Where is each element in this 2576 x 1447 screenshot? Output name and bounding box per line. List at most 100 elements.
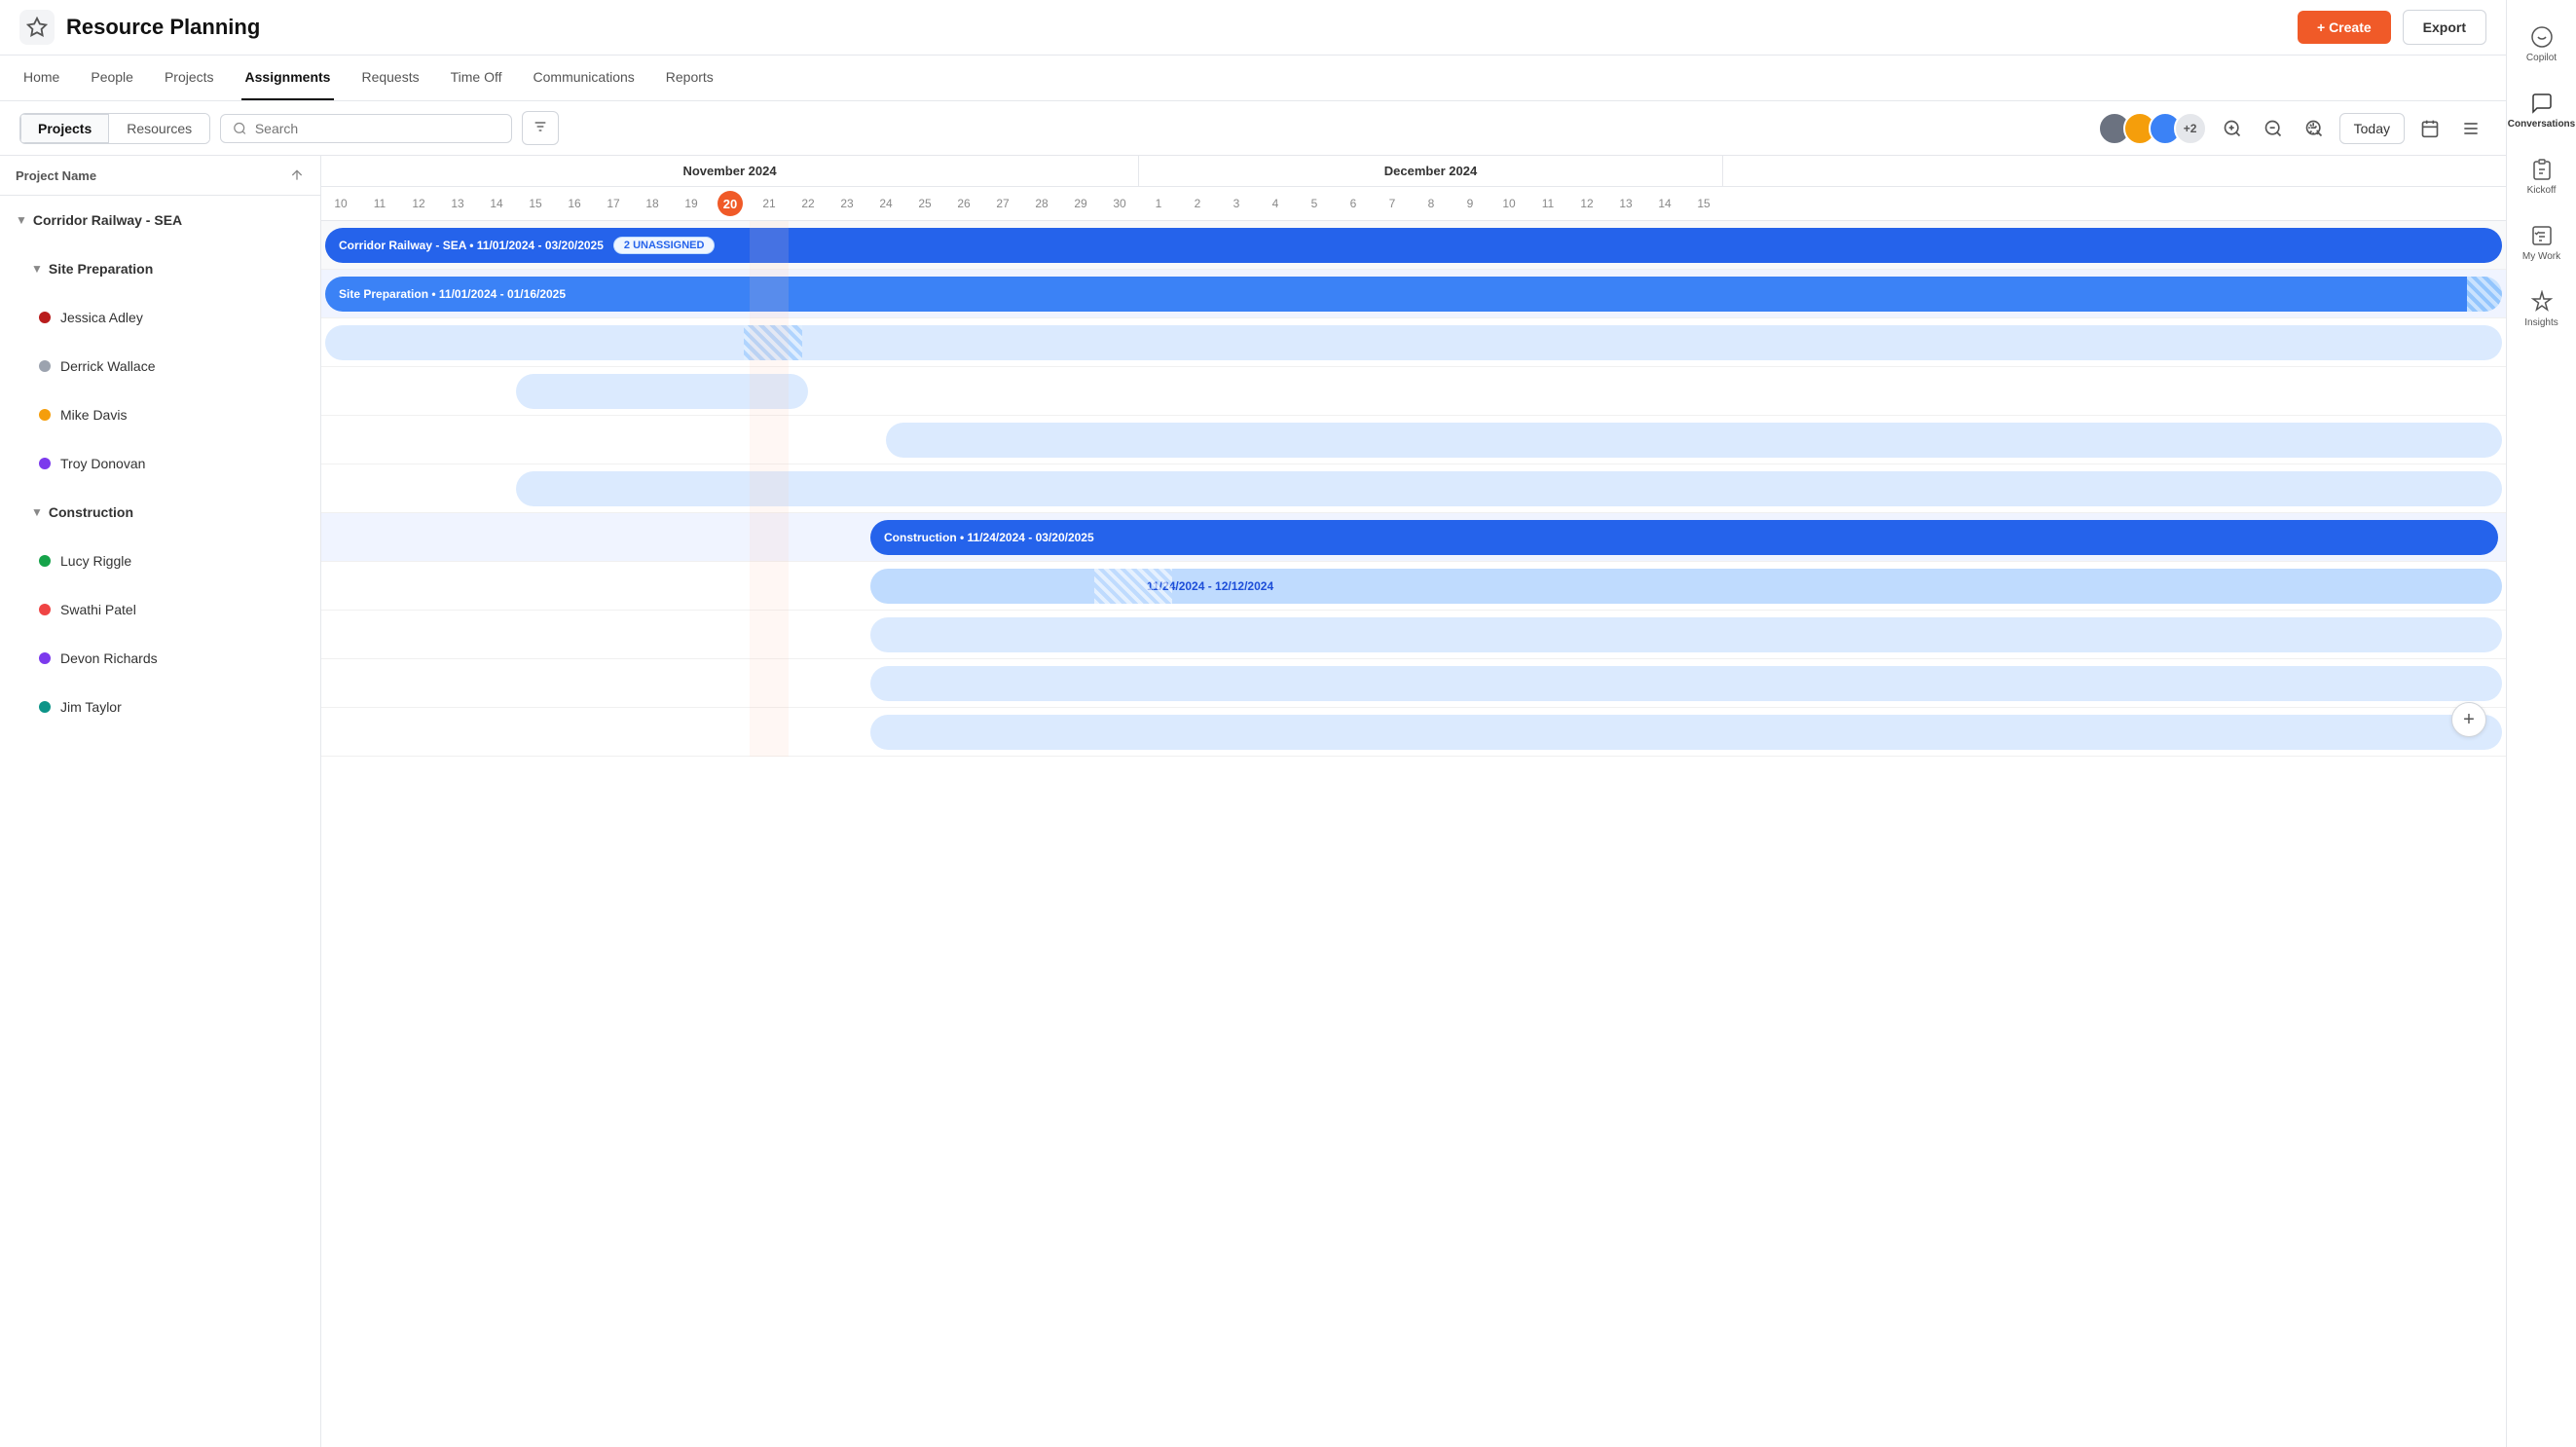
gantt-area: November 2024 December 2024 101112131415… bbox=[321, 156, 2506, 1447]
sort-icon bbox=[289, 167, 305, 183]
tab-projects[interactable]: Projects bbox=[20, 114, 109, 143]
filter-icon bbox=[533, 119, 548, 134]
nav-communications[interactable]: Communications bbox=[530, 56, 639, 100]
gantt-row-site-prep: Site Preparation • 11/01/2024 - 01/16/20… bbox=[321, 270, 2506, 318]
day-cell-nov-28: 28 bbox=[1022, 187, 1061, 220]
bar-troy[interactable] bbox=[516, 471, 2502, 506]
bar-mike[interactable] bbox=[886, 423, 2502, 458]
nav-time-off[interactable]: Time Off bbox=[447, 56, 506, 100]
bar-corridor[interactable]: Corridor Railway - SEA • 11/01/2024 - 03… bbox=[325, 228, 2502, 263]
nav-people[interactable]: People bbox=[87, 56, 137, 100]
day-cell-dec-14: 14 bbox=[1645, 187, 1684, 220]
create-button[interactable]: + Create bbox=[2298, 11, 2391, 44]
nav-projects[interactable]: Projects bbox=[161, 56, 218, 100]
sidebar-kickoff[interactable]: Kickoff bbox=[2507, 144, 2576, 210]
today-button[interactable]: Today bbox=[2339, 113, 2405, 144]
main-content: Project Name ▼ Corridor Railway - SEA ▼ … bbox=[0, 156, 2506, 1447]
day-cell-dec-13: 13 bbox=[1606, 187, 1645, 220]
zoom-in-button[interactable] bbox=[2217, 113, 2248, 144]
kickoff-label: Kickoff bbox=[2527, 185, 2557, 197]
gantt-row-troy bbox=[321, 464, 2506, 513]
day-cell-dec-1: 1 bbox=[1139, 187, 1178, 220]
bar-construction[interactable]: Construction • 11/24/2024 - 03/20/2025 bbox=[870, 520, 2498, 555]
bar-construction-text: Construction • 11/24/2024 - 03/20/2025 bbox=[884, 531, 1094, 544]
search-input[interactable] bbox=[255, 121, 499, 136]
gantt-row-corridor: Corridor Railway - SEA • 11/01/2024 - 03… bbox=[321, 221, 2506, 270]
settings-button[interactable] bbox=[2455, 113, 2486, 144]
day-cell-nov-26: 26 bbox=[944, 187, 983, 220]
section-construction[interactable]: ▼ Construction bbox=[0, 488, 320, 537]
gantt-row-mike bbox=[321, 416, 2506, 464]
bar-lucy[interactable]: 11/24/2024 - 12/12/2024 bbox=[870, 569, 2502, 604]
day-cell-dec-15: 15 bbox=[1684, 187, 1723, 220]
person-mike-davis[interactable]: Mike Davis bbox=[0, 390, 320, 439]
search-box[interactable] bbox=[220, 114, 512, 143]
sidebar-copilot[interactable]: Copilot bbox=[2507, 12, 2576, 78]
dot-devon bbox=[39, 652, 51, 664]
bar-devon[interactable] bbox=[870, 666, 2502, 701]
unassigned-badge: 2 UNASSIGNED bbox=[613, 237, 716, 254]
gantt-row-devon bbox=[321, 659, 2506, 708]
sidebar-my-work[interactable]: My Work bbox=[2507, 210, 2576, 277]
sparkle-icon bbox=[2530, 290, 2554, 314]
day-cell-dec-8: 8 bbox=[1412, 187, 1451, 220]
export-button[interactable]: Export bbox=[2403, 10, 2486, 45]
app-title: Resource Planning bbox=[66, 15, 2286, 40]
person-devon-richards[interactable]: Devon Richards bbox=[0, 634, 320, 683]
day-cell-nov-23: 23 bbox=[828, 187, 866, 220]
bar-swathi[interactable] bbox=[870, 617, 2502, 652]
day-cell-nov-19: 19 bbox=[672, 187, 711, 220]
november-label: November 2024 bbox=[321, 156, 1139, 186]
bar-jim[interactable] bbox=[870, 715, 2502, 750]
day-cell-dec-6: 6 bbox=[1334, 187, 1373, 220]
app-logo bbox=[19, 10, 55, 45]
nav-home[interactable]: Home bbox=[19, 56, 63, 100]
calendar-button[interactable] bbox=[2414, 113, 2446, 144]
bar-site-prep[interactable]: Site Preparation • 11/01/2024 - 01/16/20… bbox=[325, 277, 2498, 312]
dot-jim bbox=[39, 701, 51, 713]
day-cell-dec-3: 3 bbox=[1217, 187, 1256, 220]
sidebar-conversations[interactable]: Conversations bbox=[2507, 78, 2576, 144]
hatch-jessica bbox=[744, 325, 802, 360]
name-lucy: Lucy Riggle bbox=[60, 553, 131, 569]
chevron-construction: ▼ bbox=[31, 505, 43, 519]
right-sidebar: Copilot Conversations Kickoff bbox=[2506, 0, 2576, 1447]
tab-resources[interactable]: Resources bbox=[109, 114, 209, 143]
bar-site-prep-text: Site Preparation • 11/01/2024 - 01/16/20… bbox=[339, 287, 566, 301]
gantt-row-jim bbox=[321, 708, 2506, 757]
person-swathi-patel[interactable]: Swathi Patel bbox=[0, 585, 320, 634]
day-cell-dec-11: 11 bbox=[1528, 187, 1567, 220]
section-corridor-railway[interactable]: ▼ Corridor Railway - SEA bbox=[0, 196, 320, 244]
filter-button[interactable] bbox=[522, 111, 559, 145]
gantt-body: Corridor Railway - SEA • 11/01/2024 - 03… bbox=[321, 221, 2506, 757]
person-derrick-wallace[interactable]: Derrick Wallace bbox=[0, 342, 320, 390]
day-cell-dec-10: 10 bbox=[1490, 187, 1528, 220]
zoom-out-button[interactable] bbox=[2258, 113, 2289, 144]
day-cell-nov-24: 24 bbox=[866, 187, 905, 220]
person-lucy-riggle[interactable]: Lucy Riggle bbox=[0, 537, 320, 585]
nav-requests[interactable]: Requests bbox=[357, 56, 423, 100]
add-button[interactable]: + bbox=[2451, 702, 2486, 737]
bar-jessica[interactable] bbox=[325, 325, 2502, 360]
copilot-icon bbox=[2530, 25, 2554, 49]
day-cell-nov-22: 22 bbox=[789, 187, 828, 220]
section-site-preparation[interactable]: ▼ Site Preparation bbox=[0, 244, 320, 293]
day-cell-nov-13: 13 bbox=[438, 187, 477, 220]
bar-derrick[interactable] bbox=[516, 374, 808, 409]
gantt-row-lucy: 11/24/2024 - 12/12/2024 bbox=[321, 562, 2506, 611]
day-row: 1011121314151617181920212223242526272829… bbox=[321, 187, 2506, 220]
zoom-fit-button[interactable] bbox=[2299, 113, 2330, 144]
hatch-lucy bbox=[1094, 569, 1172, 604]
sidebar-insights[interactable]: Insights bbox=[2507, 277, 2576, 343]
person-jessica-adley[interactable]: Jessica Adley bbox=[0, 293, 320, 342]
copilot-label: Copilot bbox=[2526, 53, 2557, 64]
nav-reports[interactable]: Reports bbox=[662, 56, 718, 100]
avatar-overflow[interactable]: +2 bbox=[2174, 112, 2207, 145]
day-cell-nov-12: 12 bbox=[399, 187, 438, 220]
day-cell-nov-30: 30 bbox=[1100, 187, 1139, 220]
person-jim-taylor[interactable]: Jim Taylor bbox=[0, 683, 320, 731]
my-work-label: My Work bbox=[2522, 251, 2560, 263]
nav-assignments[interactable]: Assignments bbox=[241, 56, 335, 100]
month-row: November 2024 December 2024 bbox=[321, 156, 2506, 187]
person-troy-donovan[interactable]: Troy Donovan bbox=[0, 439, 320, 488]
